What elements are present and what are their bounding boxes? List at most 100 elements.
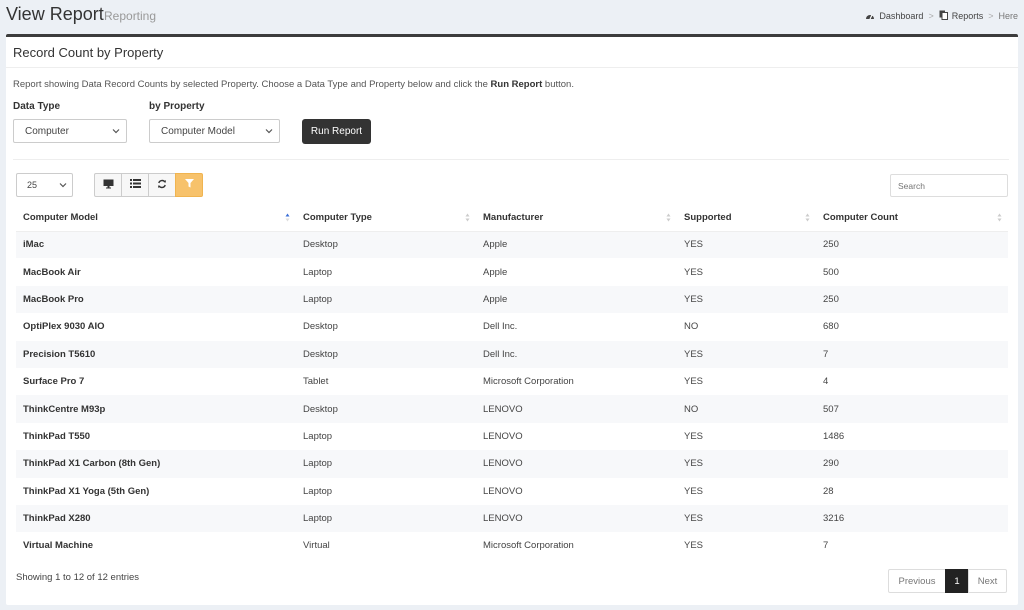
refresh-icon	[157, 179, 167, 192]
cell-computer-type: Tablet	[303, 376, 329, 388]
column-header-computer-count[interactable]: Computer Count	[816, 205, 1008, 232]
cell-computer-model: MacBook Pro	[16, 285, 296, 314]
cell-supported: YES	[677, 504, 816, 533]
filter-button[interactable]	[175, 173, 203, 197]
column-header-label: Computer Count	[823, 212, 898, 224]
cell-supported: YES	[684, 430, 704, 442]
table-info: Showing 1 to 12 of 12 entries	[16, 572, 140, 583]
cell-manufacturer: LENOVO	[476, 504, 677, 533]
cell-computer-count: 7	[823, 540, 829, 552]
table-row: ThinkPad X1 Yoga (5th Gen) Laptop LENOVO YE…	[16, 478, 1008, 505]
cell-computer-count: 507	[816, 395, 1008, 423]
table-row: ThinkPad T550 Laptop LENOVO YES 1486	[16, 423, 1008, 450]
cell-manufacturer: Dell Inc.	[476, 340, 677, 368]
dashboard-icon	[865, 11, 875, 22]
cell-manufacturer: Apple	[483, 266, 508, 278]
property-label: by Property	[149, 101, 205, 112]
list-icon	[129, 179, 141, 191]
refresh-button[interactable]	[148, 173, 176, 197]
monitor-button[interactable]	[94, 173, 122, 197]
column-header-supported[interactable]: Supported	[677, 205, 816, 232]
property-select[interactable]: Computer Model	[149, 119, 280, 143]
cell-supported: YES	[677, 285, 816, 314]
previous-page-button[interactable]: Previous	[888, 569, 946, 593]
cell-supported: YES	[684, 485, 704, 497]
cell-computer-count: 250	[816, 285, 1008, 314]
cell-computer-model: ThinkPad X1 Yoga (5th Gen)	[23, 485, 150, 497]
cell-computer-count: 290	[816, 450, 1008, 478]
column-header-label: Computer Type	[303, 212, 372, 224]
sort-icon	[666, 213, 671, 225]
cell-supported: YES	[684, 266, 704, 278]
page-header: View Report Reporting Dashboard > Report…	[0, 0, 1024, 34]
cell-computer-model: Precision T5610	[16, 340, 296, 368]
pagination: Previous 1 Next	[888, 569, 1007, 593]
next-page-button[interactable]: Next	[968, 569, 1007, 593]
page-length-select[interactable]: 25	[16, 173, 73, 197]
page-button-current[interactable]: 1	[945, 569, 969, 593]
cell-manufacturer: Apple	[476, 231, 677, 259]
table-row: MacBook Air Laptop Apple YES 500	[16, 258, 1008, 285]
breadcrumb-reports[interactable]: Reports	[939, 10, 983, 22]
cell-computer-model: ThinkCentre M93p	[16, 395, 296, 423]
description-text: Report showing Data Record Counts by sel…	[13, 79, 491, 90]
property-value: Computer Model	[161, 125, 235, 137]
cell-computer-model: OptiPlex 9030 AIO	[23, 321, 105, 333]
column-header-manufacturer[interactable]: Manufacturer	[476, 205, 677, 232]
description-bold: Run Report	[490, 79, 543, 90]
cell-computer-type: Desktop	[296, 340, 476, 368]
cell-supported: NO	[677, 395, 816, 423]
table-row: Virtual Machine Virtual Microsoft Corporat…	[16, 532, 1008, 559]
report-description: Report showing Data Record Counts by sel…	[13, 79, 574, 90]
cell-manufacturer: Microsoft Corporation	[483, 540, 574, 552]
chevron-down-icon	[59, 181, 67, 191]
cell-supported: YES	[677, 340, 816, 368]
cell-computer-count: 7	[816, 340, 1008, 368]
cell-computer-model: Surface Pro 7	[23, 376, 85, 388]
cell-manufacturer: Microsoft Corporation	[483, 376, 574, 388]
table-tools	[94, 173, 203, 197]
cell-computer-type: Desktop	[296, 231, 476, 259]
column-header-computer-model[interactable]: Computer Model	[16, 205, 296, 232]
cell-supported: YES	[677, 450, 816, 478]
column-header-label: Manufacturer	[483, 212, 544, 224]
report-table: Computer Model Computer Type Manufacture…	[16, 205, 1008, 560]
cell-manufacturer: Dell Inc.	[483, 321, 518, 333]
breadcrumb-dashboard[interactable]: Dashboard	[865, 11, 923, 22]
page-subtitle: Reporting	[104, 9, 157, 23]
search-input[interactable]	[890, 174, 1008, 197]
chevron-down-icon	[112, 127, 120, 138]
page-title: View Report	[6, 4, 104, 24]
report-box: Record Count by Property Report showing …	[6, 34, 1018, 605]
sort-icon	[805, 213, 810, 225]
cell-computer-model: ThinkPad X1 Carbon (8th Gen)	[16, 450, 296, 478]
column-header-label: Supported	[684, 212, 732, 224]
cell-computer-model: ThinkPad T550	[23, 430, 91, 442]
cell-computer-type: Desktop	[296, 395, 476, 423]
table-header-row: Computer Model Computer Type Manufacture…	[16, 205, 1008, 232]
cell-supported: YES	[684, 376, 704, 388]
breadcrumb-separator: >	[988, 11, 994, 21]
sort-asc-icon	[285, 213, 290, 225]
table-row: OptiPlex 9030 AIO Desktop Dell Inc. NO 680	[16, 313, 1008, 340]
cell-computer-model: ThinkPad X280	[16, 504, 296, 533]
copy-icon	[939, 10, 948, 22]
cell-manufacturer: LENOVO	[483, 430, 523, 442]
table-row: ThinkCentre M93p Desktop LENOVO NO 507	[16, 395, 1008, 423]
run-report-button[interactable]: Run Report	[302, 119, 371, 144]
table-body: iMac Desktop Apple YES 250 MacBook Air Laptop A…	[16, 231, 1008, 560]
list-button[interactable]	[121, 173, 149, 197]
cell-manufacturer: LENOVO	[476, 395, 677, 423]
chevron-down-icon	[265, 127, 273, 138]
cell-computer-type: Laptop	[296, 285, 476, 314]
table-row: iMac Desktop Apple YES 250	[16, 231, 1008, 259]
box-title: Record Count by Property	[13, 45, 164, 60]
column-header-computer-type[interactable]: Computer Type	[296, 205, 476, 232]
page-length-value: 25	[27, 180, 38, 190]
data-type-select[interactable]: Computer	[13, 119, 127, 143]
table-row: Surface Pro 7 Tablet Microsoft Corporation…	[16, 368, 1008, 395]
cell-computer-type: Laptop	[303, 430, 333, 442]
table-row: MacBook Pro Laptop Apple YES 250	[16, 285, 1008, 314]
cell-manufacturer: LENOVO	[483, 485, 523, 497]
cell-computer-count: 250	[816, 231, 1008, 259]
